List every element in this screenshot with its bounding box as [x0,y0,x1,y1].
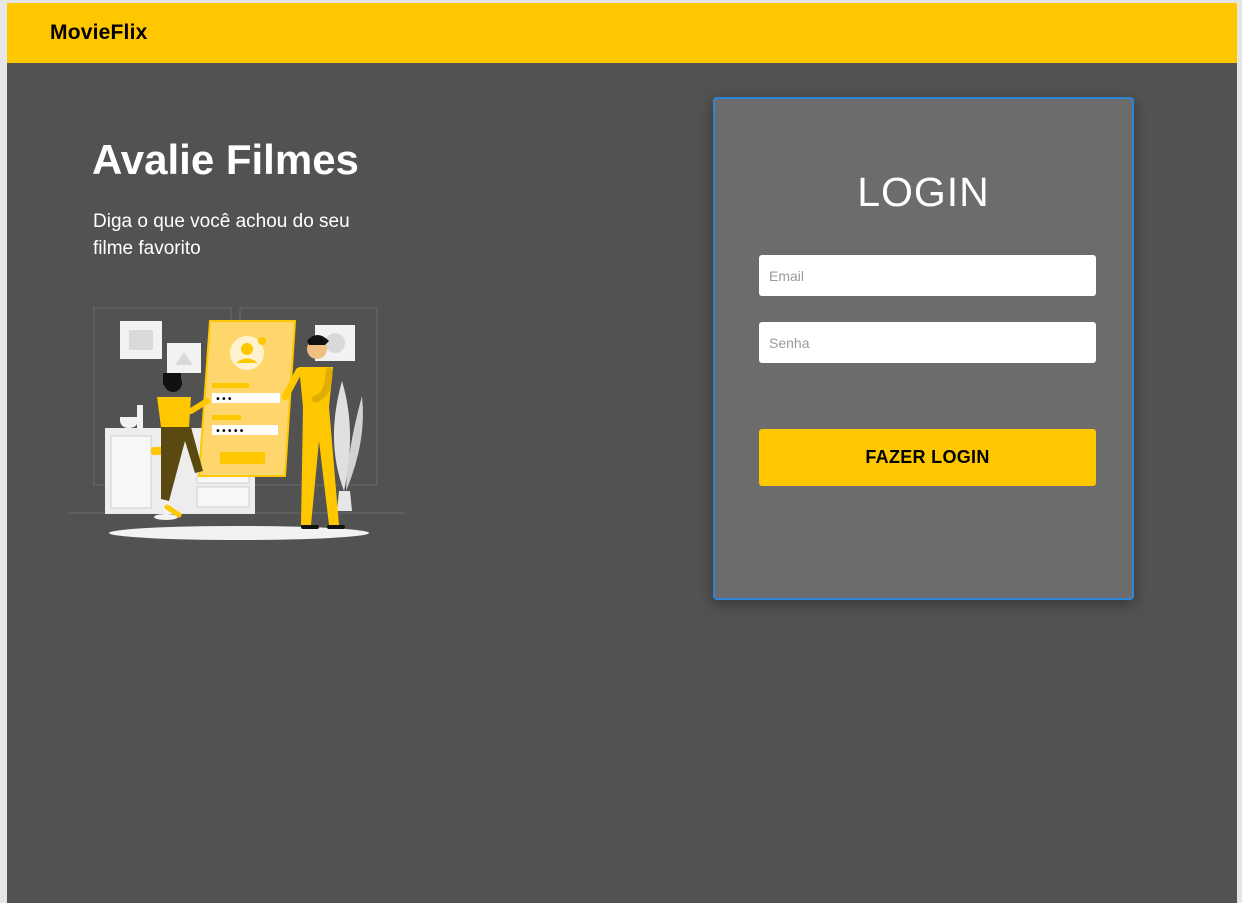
brand-logo[interactable]: MovieFlix [50,21,148,45]
hero-title: Avalie Filmes [92,136,359,183]
svg-text:•••••: ••••• [215,426,245,437]
password-field[interactable] [759,322,1096,363]
app-frame: MovieFlix Avalie Filmes Diga o que você … [7,3,1237,903]
hero-subtitle: Diga o que você achou do seu filme favor… [93,211,350,259]
login-button[interactable]: FAZER LOGIN [759,429,1096,486]
navbar: MovieFlix [7,3,1237,63]
login-card: LOGIN FAZER LOGIN [713,97,1134,600]
people-login-illustration: ••• ••••• [69,307,405,540]
login-title: LOGIN [857,169,990,215]
svg-text:•••: ••• [215,394,233,405]
email-field[interactable] [759,255,1096,296]
